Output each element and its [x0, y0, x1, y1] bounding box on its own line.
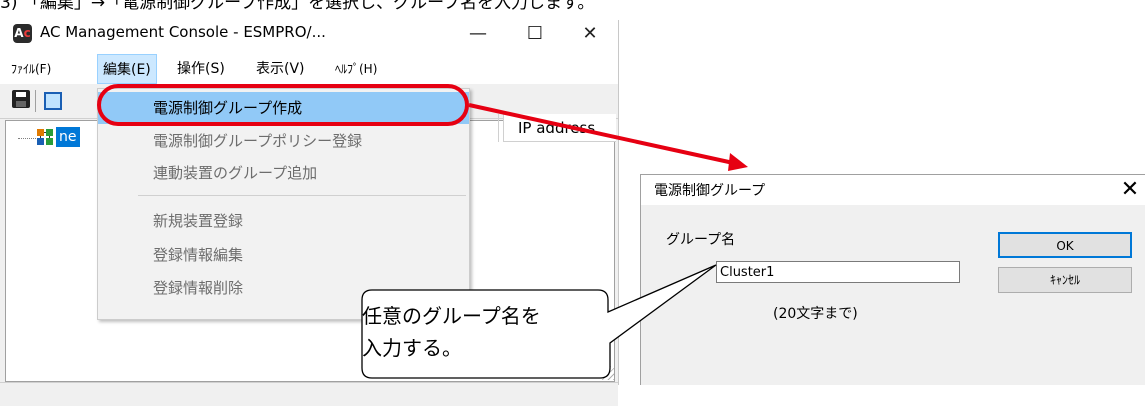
- menu-help[interactable]: ﾍﾙﾌﾟ(H): [330, 54, 382, 84]
- toolbar-separator: [35, 90, 36, 112]
- minimize-button[interactable]: —: [458, 22, 498, 46]
- column-divider: [498, 114, 499, 142]
- resize-grip[interactable]: [600, 366, 614, 380]
- menu-edit[interactable]: 編集(E): [97, 54, 157, 84]
- group-name-label: グループ名: [666, 232, 736, 248]
- save-icon: [12, 90, 30, 108]
- tree-node-root[interactable]: ne: [55, 126, 81, 148]
- title-bar: Ac AC Management Console - ESMPRO/... — …: [0, 20, 618, 54]
- instruction-caption: 3) 「編集」→「電源制御グループ作成」を選択し、グループ名を入力します。: [0, 0, 595, 13]
- power-group-dialog: 電源制御グループ ✕ グループ名 (20文字まで) OK ｷｬﾝｾﾙ: [640, 174, 1145, 385]
- tree-connector: [18, 138, 38, 139]
- column-header-ip-address[interactable]: IP address: [503, 114, 616, 142]
- window-title: AC Management Console - ESMPRO/...: [40, 23, 326, 41]
- menu-view[interactable]: 表示(V): [251, 54, 310, 84]
- save-button[interactable]: [8, 90, 30, 112]
- menu-item-register-group-policy[interactable]: 電源制御グループポリシー登録: [98, 125, 469, 157]
- menu-bar: ﾌｧｲﾙ(F) 編集(E) 操作(S) 表示(V) ﾍﾙﾌﾟ(H): [0, 54, 618, 84]
- dialog-close-button[interactable]: ✕: [1115, 177, 1145, 203]
- menu-item-edit-registration[interactable]: 登録情報編集: [98, 239, 469, 271]
- highlight-oval: [97, 84, 469, 126]
- callout-line-1: 任意のグループ名を: [362, 304, 541, 328]
- dialog-title-bar: 電源制御グループ ✕: [641, 175, 1145, 205]
- maximize-button[interactable]: ☐: [515, 22, 555, 46]
- ok-button[interactable]: OK: [998, 232, 1132, 258]
- menu-separator: [138, 195, 466, 196]
- menu-item-add-linked-device-group[interactable]: 連動装置のグループ追加: [98, 157, 469, 189]
- status-bar: [0, 382, 618, 406]
- scroll-right-arrow[interactable]: ▶: [600, 327, 614, 357]
- red-arrow-head: [728, 153, 748, 171]
- monitor-icon: [44, 92, 62, 110]
- callout-line-2: 入力する。: [362, 336, 462, 360]
- callout-text: 任意のグループ名を 入力する。: [362, 300, 602, 364]
- dialog-title: 電源制御グループ: [654, 183, 766, 199]
- group-name-input[interactable]: [716, 261, 960, 283]
- menu-operate[interactable]: 操作(S): [172, 54, 230, 84]
- tool-button[interactable]: [42, 90, 64, 112]
- app-icon: Ac: [13, 24, 32, 43]
- max-length-hint: (20文字まで): [773, 306, 858, 322]
- close-button[interactable]: ✕: [570, 22, 610, 46]
- menu-item-register-new-device[interactable]: 新規装置登録: [98, 205, 469, 237]
- network-group-icon: [37, 129, 53, 145]
- menu-file[interactable]: ﾌｧｲﾙ(F): [6, 54, 56, 84]
- cancel-button[interactable]: ｷｬﾝｾﾙ: [998, 267, 1132, 293]
